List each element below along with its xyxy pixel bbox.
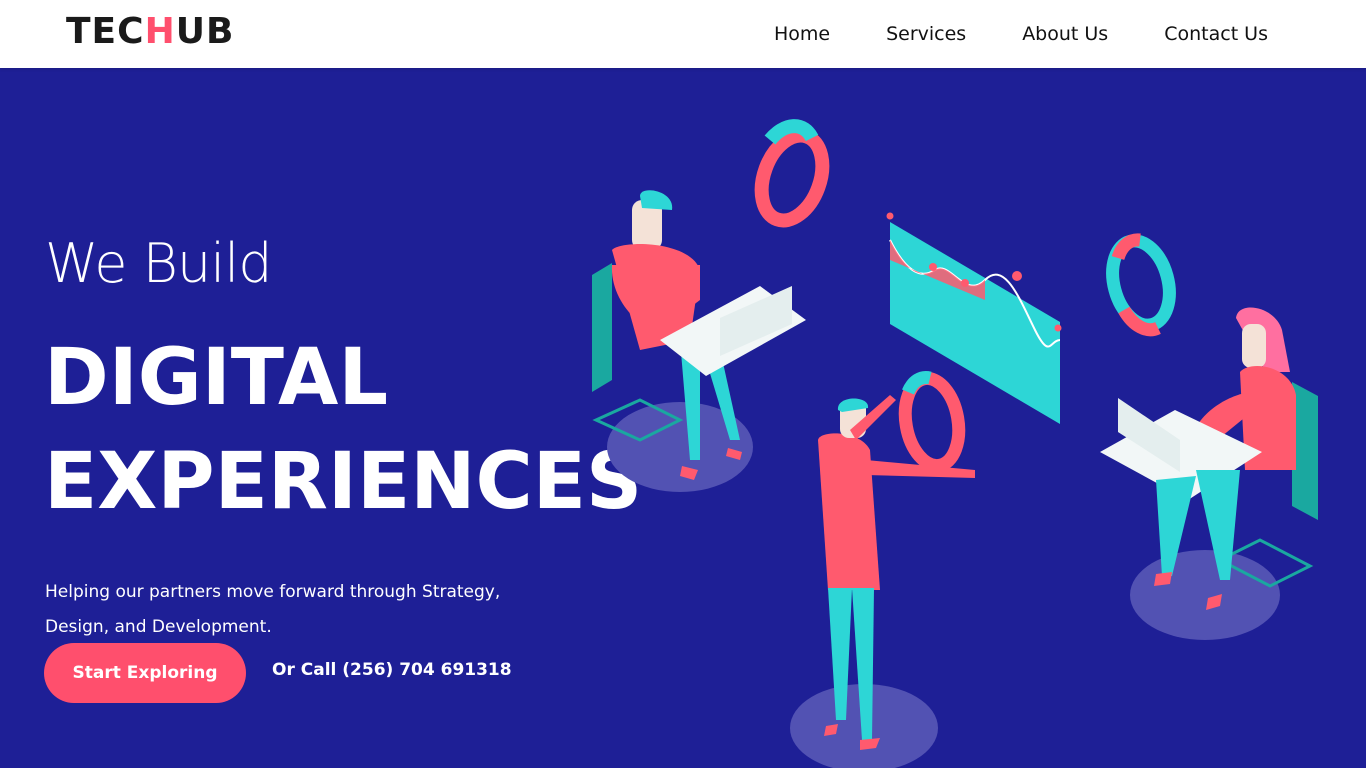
nav-home[interactable]: Home xyxy=(774,23,830,45)
nav-about-us[interactable]: About Us xyxy=(1022,23,1108,45)
hero-headline: DIGITAL EXPERIENCES xyxy=(44,326,642,534)
main-nav: Home Services About Us Contact Us xyxy=(774,0,1268,68)
hero-kicker: We Build xyxy=(45,232,272,295)
navbar: TECHUB Home Services About Us Contact Us xyxy=(0,0,1366,68)
hero-headline-line2: EXPERIENCES xyxy=(44,437,643,527)
donut-chart-icon xyxy=(1106,233,1176,337)
logo-accent: H xyxy=(144,11,176,52)
hero-subtext: Helping our partners move forward throug… xyxy=(45,582,501,637)
donut-chart-icon xyxy=(754,119,830,228)
start-exploring-button[interactable]: Start Exploring xyxy=(44,643,246,703)
call-phone-text: Or Call (256) 704 691318 xyxy=(272,660,512,680)
hero-illustration xyxy=(592,119,1318,768)
logo[interactable]: TECHUB xyxy=(66,10,234,54)
logo-suffix: UB xyxy=(175,11,235,52)
floor-shadow xyxy=(1130,550,1280,640)
nav-services[interactable]: Services xyxy=(886,23,966,45)
logo-prefix: TEC xyxy=(66,11,145,52)
nav-contact-us[interactable]: Contact Us xyxy=(1164,23,1268,45)
hero-headline-line1: DIGITAL xyxy=(44,333,389,423)
